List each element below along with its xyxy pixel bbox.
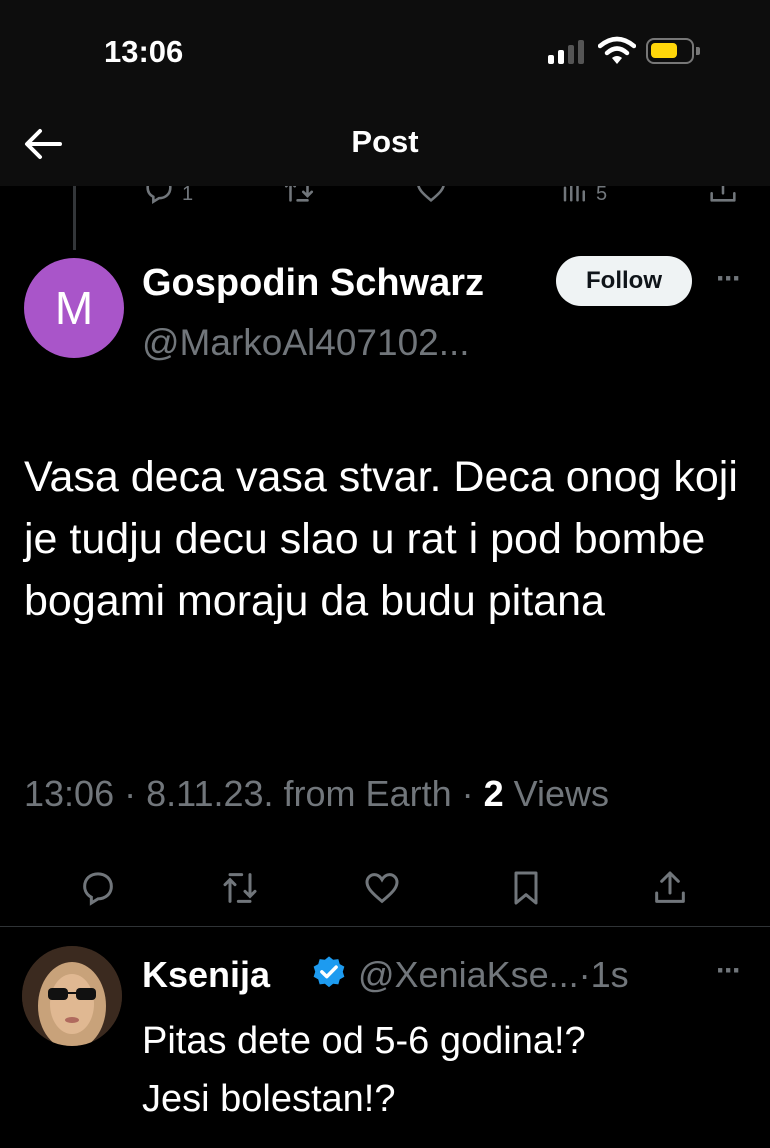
status-time: 13:06	[104, 34, 184, 69]
reply-handle-text: @XeniaKse...	[358, 954, 579, 995]
meta-separator: ·	[114, 773, 147, 814]
previous-post-action-bar: 1 5	[0, 186, 770, 212]
reply-author-handle[interactable]: @XeniaKse...·1s	[358, 954, 629, 996]
post-meta: 13:06 · 8.11.23. from Earth · 2 Views	[24, 773, 609, 815]
bookmark-button[interactable]	[504, 866, 548, 910]
post-action-bar	[0, 858, 770, 914]
prev-reply-count: 1	[182, 186, 194, 205]
prev-views-count: 5	[596, 186, 608, 205]
reply-more-options-icon[interactable]: ···	[708, 954, 748, 990]
repost-icon	[223, 873, 257, 903]
post-source: from Earth	[273, 773, 452, 814]
views-icon	[563, 186, 585, 202]
divider	[0, 926, 770, 927]
header: Post	[0, 100, 770, 186]
reply-text-line: Jesi bolestan!?	[142, 1078, 396, 1120]
post-text: Vasa deca vasa stvar. Deca onog koji je …	[24, 453, 738, 625]
views-label[interactable]: Views	[504, 773, 609, 814]
prev-repost-button[interactable]	[282, 186, 316, 206]
prev-views[interactable]: 5	[560, 186, 607, 206]
reply-author-name[interactable]: Ksenija	[142, 954, 270, 996]
follow-button[interactable]: Follow	[556, 256, 692, 306]
reply-age: ·1s	[578, 954, 629, 995]
battery-icon	[646, 38, 700, 64]
reply-icon	[83, 872, 113, 906]
reply-button[interactable]	[76, 866, 120, 910]
author-name[interactable]: Gospodin Schwarz	[142, 262, 484, 305]
reply-author-avatar[interactable]	[22, 946, 122, 1046]
reply-text-line: Pitas dete od 5-6 godina!?	[142, 1020, 586, 1062]
bookmark-icon	[514, 871, 538, 905]
cellular-signal-icon	[548, 40, 586, 64]
author-avatar[interactable]: M	[24, 258, 124, 358]
reply-icon	[146, 186, 172, 205]
like-button[interactable]	[360, 866, 404, 910]
verified-badge-icon	[313, 956, 345, 988]
page-title: Post	[351, 124, 419, 159]
views-count[interactable]: 2	[484, 773, 504, 814]
heart-icon	[417, 186, 445, 202]
author-handle[interactable]: @MarkoAl407102...	[142, 322, 470, 364]
reply-text: Pitas dete od 5-6 godina!? Jesi bolestan…	[142, 1012, 742, 1128]
post-time: 13:06	[24, 773, 115, 814]
post-date: 8.11.23.	[146, 773, 274, 814]
prev-share-button[interactable]	[706, 186, 740, 206]
prev-like-button[interactable]	[414, 186, 448, 206]
profile-photo	[22, 946, 122, 1046]
prev-reply-button[interactable]: 1	[142, 186, 193, 206]
heart-icon	[365, 873, 399, 904]
repost-button[interactable]	[218, 866, 262, 910]
share-icon	[710, 186, 736, 202]
more-options-icon[interactable]: ···	[708, 262, 748, 298]
status-bar: 13:06	[0, 0, 770, 100]
meta-separator: ·	[451, 773, 484, 814]
wifi-icon	[598, 36, 636, 64]
share-icon	[655, 871, 685, 903]
thread-connector-line	[73, 186, 76, 250]
share-button[interactable]	[648, 866, 692, 910]
repost-icon	[284, 186, 314, 202]
